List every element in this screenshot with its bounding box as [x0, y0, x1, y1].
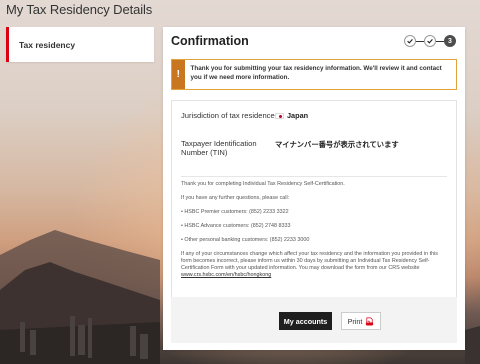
action-footer: My accounts Print — [171, 297, 457, 343]
jurisdiction-value: Japan — [275, 111, 308, 120]
jurisdiction-country: Japan — [287, 111, 309, 121]
tax-details-card: Jurisdiction of tax residence Japan Taxp… — [171, 100, 457, 306]
print-label: Print — [347, 316, 363, 326]
hotline-premier[interactable]: • HSBC Premier customers: (852) 2233 332… — [181, 209, 447, 216]
my-accounts-button[interactable]: My accounts — [279, 312, 332, 330]
confirmation-panel: Confirmation 3 ! Thank you for submittin… — [163, 27, 465, 350]
step-connector — [436, 40, 444, 42]
sidebar-item-tax-residency[interactable]: Tax residency — [6, 27, 154, 62]
exclamation-icon: ! — [172, 60, 185, 89]
notice-text: Thank you for submitting your tax reside… — [190, 65, 442, 82]
hotline-advance-text: HSBC Advance customers: (852) 2748 8333 — [184, 223, 291, 230]
info-questions: If you have any further questions, pleas… — [181, 195, 290, 202]
tin-label: Taxpayer Identification Number (TIN) — [181, 139, 257, 158]
step-indicator: 3 — [404, 35, 456, 47]
step-connector — [416, 40, 424, 42]
step-2-completed — [424, 35, 436, 47]
step-3-current: 3 — [444, 35, 456, 47]
info-thanks: Thank you for completing Individual Tax … — [181, 181, 345, 187]
tin-value: マイナンバー番号が表示されています — [275, 140, 399, 149]
check-icon — [407, 39, 413, 44]
disclaimer-text: If any of your circumstances change whic… — [181, 251, 438, 272]
section-divider — [181, 176, 447, 177]
page-title: My Tax Residency Details — [6, 2, 153, 17]
info-section: Thank you for completing Individual Tax … — [181, 181, 447, 284]
panel-header: Confirmation 3 — [163, 27, 465, 55]
jurisdiction-row: Jurisdiction of tax residence Japan — [181, 111, 308, 120]
hotline-other[interactable]: • Other personal banking customers: (852… — [181, 237, 447, 244]
crs-website-link[interactable]: www.crs.hsbc.com/en/hsbc/hongkong — [181, 272, 271, 278]
sidebar-item-label: Tax residency — [19, 39, 76, 50]
hotline-advance[interactable]: • HSBC Advance customers: (852) 2748 833… — [181, 223, 447, 230]
info-disclaimer: If any of your circumstances change whic… — [181, 251, 447, 279]
check-icon — [427, 39, 433, 44]
confirmation-notice: ! Thank you for submitting your tax resi… — [171, 59, 457, 90]
tin-row: Taxpayer Identification Number (TIN) マイナ… — [181, 139, 399, 158]
pdf-icon — [366, 317, 374, 325]
jurisdiction-label: Jurisdiction of tax residence — [181, 111, 275, 120]
print-button[interactable]: Print — [341, 312, 381, 330]
step-1-completed — [404, 35, 416, 47]
japan-flag-icon — [275, 112, 284, 119]
hotline-premier-text: HSBC Premier customers: (852) 2233 3322 — [184, 209, 289, 216]
hotline-other-text: Other personal banking customers: (852) … — [184, 237, 310, 244]
